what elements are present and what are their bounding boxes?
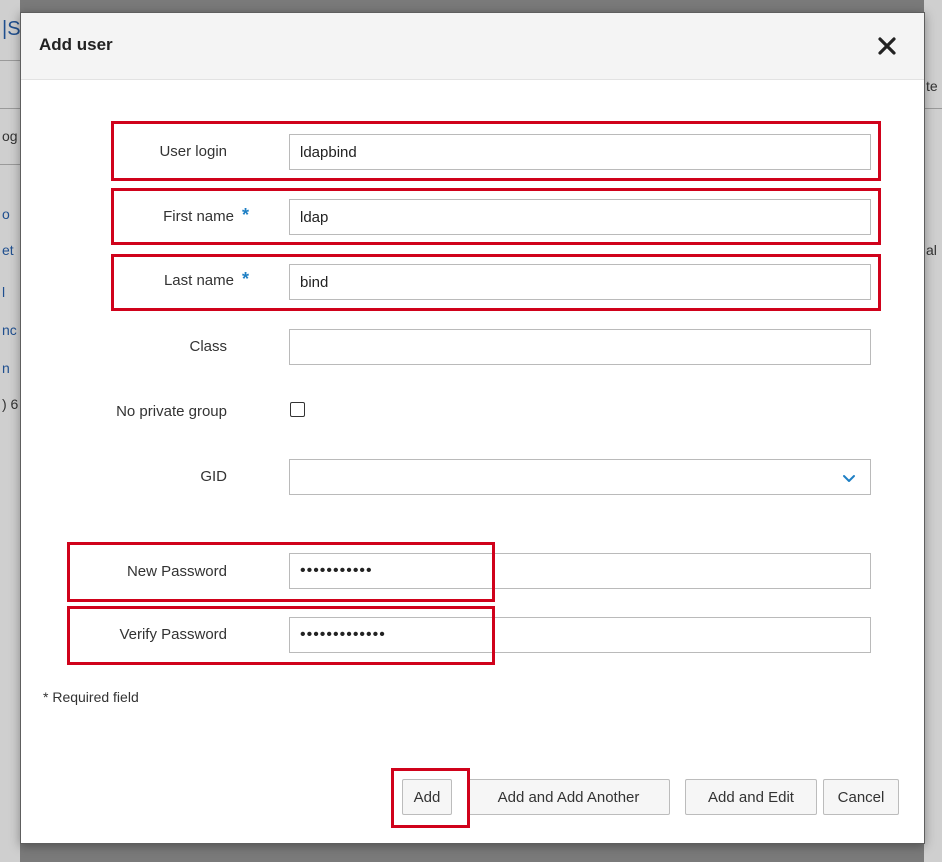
add-and-add-another-button[interactable]: Add and Add Another <box>467 779 670 815</box>
user-login-label-text: User login <box>159 143 227 160</box>
dialog-title: Add user <box>39 35 113 54</box>
last-name-input[interactable] <box>289 264 871 300</box>
last-name-label: Last name * <box>121 269 249 290</box>
new-password-label: New Password <box>126 563 227 580</box>
background-divider <box>924 108 942 109</box>
gid-label: GID <box>200 468 227 485</box>
required-asterisk: * <box>241 269 249 289</box>
background-divider <box>0 60 20 61</box>
required-asterisk: * <box>241 205 249 225</box>
add-user-dialog: Add user User login First name * Last nam… <box>20 12 925 844</box>
background-fragment: ) 6 <box>2 396 19 412</box>
class-input[interactable] <box>289 329 871 365</box>
background-fragment: og <box>2 128 18 144</box>
required-field-note: * Required field <box>43 689 139 705</box>
last-name-label-text: Last name <box>163 272 234 289</box>
add-and-edit-button[interactable]: Add and Edit <box>685 779 817 815</box>
no-private-group-checkbox[interactable] <box>290 402 305 417</box>
new-password-input[interactable] <box>289 553 871 589</box>
add-button[interactable]: Add <box>402 779 452 815</box>
dialog-header: Add user <box>21 13 924 80</box>
background-fragment: et <box>2 242 14 258</box>
user-login-input[interactable] <box>289 134 871 170</box>
background-fragment: |S <box>2 18 20 40</box>
class-label: Class <box>189 338 227 355</box>
background-fragment: o <box>2 206 10 222</box>
no-private-group-label: No private group <box>116 403 227 420</box>
first-name-label-text: First name <box>163 208 234 225</box>
background-fragment: te <box>926 78 938 94</box>
background-fragment: l <box>2 284 6 300</box>
first-name-input[interactable] <box>289 199 871 235</box>
cancel-button[interactable]: Cancel <box>823 779 899 815</box>
verify-password-label: Verify Password <box>119 626 227 643</box>
background-fragment: nc <box>2 322 17 338</box>
background-fragment: n <box>2 360 10 376</box>
gid-select[interactable] <box>289 459 871 495</box>
background-fragment: al <box>926 242 937 258</box>
verify-password-input[interactable] <box>289 617 871 653</box>
user-login-label: User login <box>121 143 227 160</box>
close-icon[interactable] <box>876 35 898 57</box>
background-divider <box>0 164 20 165</box>
chevron-down-icon <box>843 475 855 482</box>
background-right-strip <box>924 0 942 862</box>
background-divider <box>0 108 20 109</box>
first-name-label: First name * <box>121 205 249 226</box>
